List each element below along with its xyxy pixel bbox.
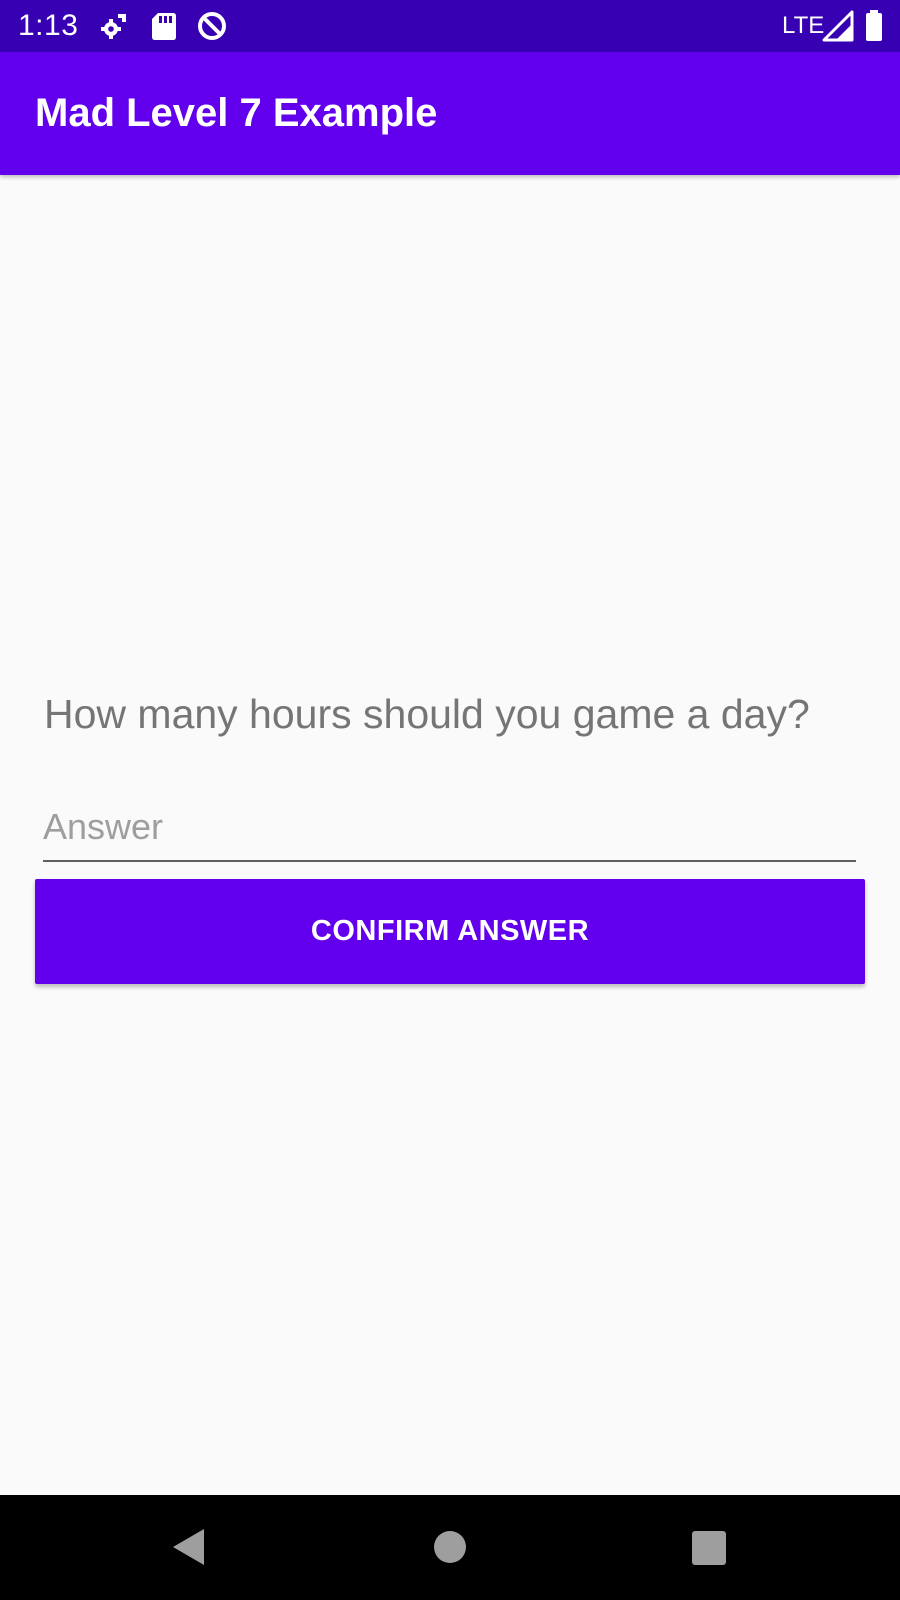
status-time: 1:13 <box>18 9 79 42</box>
answer-input[interactable] <box>43 800 856 862</box>
back-icon[interactable] <box>170 1527 206 1567</box>
app-title: Mad Level 7 Example <box>35 91 438 135</box>
navigation-bar <box>0 1495 900 1600</box>
settings-icon <box>101 14 126 39</box>
network-type-label: LTE <box>782 12 825 39</box>
sd-card-icon <box>152 13 176 40</box>
app-bar: Mad Level 7 Example <box>0 52 900 175</box>
battery-icon <box>866 10 882 41</box>
blocked-icon <box>198 12 226 40</box>
status-bar: 1:13 LTE <box>0 0 900 52</box>
recents-icon[interactable] <box>692 1531 726 1565</box>
signal-icon <box>822 10 854 42</box>
confirm-answer-button[interactable]: CONFIRM ANSWER <box>35 879 865 984</box>
question-text: How many hours should you game a day? <box>44 691 810 737</box>
home-icon[interactable] <box>434 1531 466 1563</box>
